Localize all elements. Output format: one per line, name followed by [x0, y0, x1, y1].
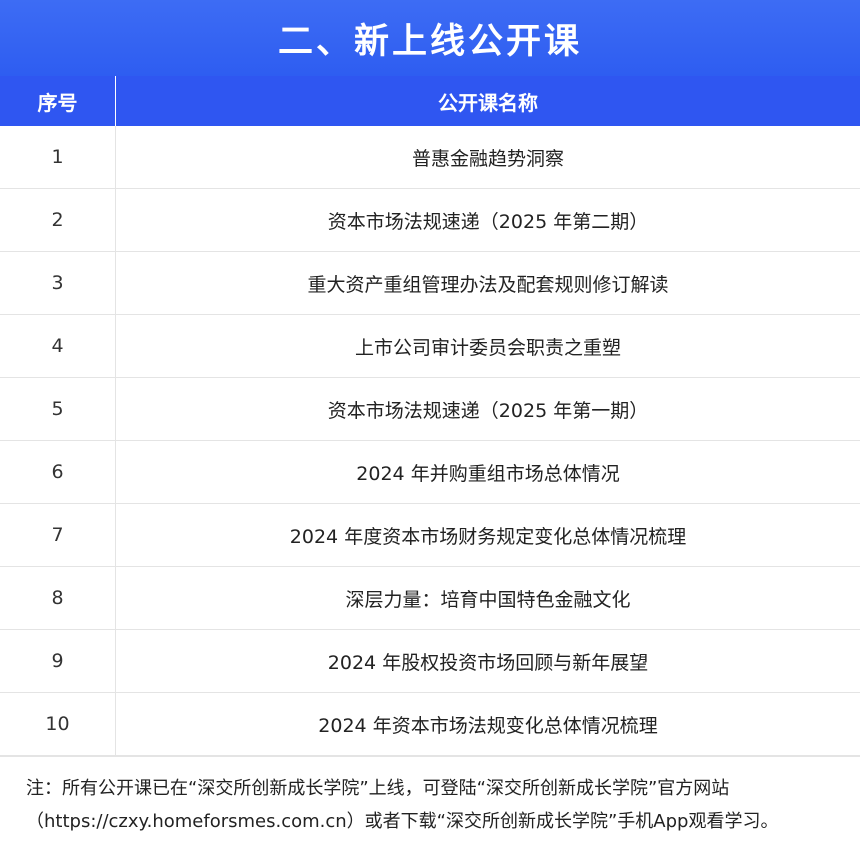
table-row: 5 资本市场法规速递（2025 年第一期） — [0, 378, 860, 441]
serial-number-cell: 8 — [0, 567, 116, 629]
table-row: 4 上市公司审计委员会职责之重塑 — [0, 315, 860, 378]
table-row: 7 2024 年度资本市场财务规定变化总体情况梳理 — [0, 504, 860, 567]
course-name-cell: 重大资产重组管理办法及配套规则修订解读 — [307, 273, 669, 296]
course-name-cell: 2024 年股权投资市场回顾与新年展望 — [327, 651, 649, 674]
page-title: 二、新上线公开课 — [0, 0, 860, 76]
course-name-cell: 深层力量：培育中国特色金融文化 — [345, 588, 631, 611]
table-row: 9 2024 年股权投资市场回顾与新年展望 — [0, 630, 860, 693]
serial-number-cell: 9 — [0, 630, 116, 692]
course-name-cell: 2024 年资本市场法规变化总体情况梳理 — [318, 714, 658, 737]
serial-number-cell: 7 — [0, 504, 116, 566]
table-row: 6 2024 年并购重组市场总体情况 — [0, 441, 860, 504]
header-course-name: 公开课名称 — [438, 90, 538, 115]
course-list-sheet: 二、新上线公开课 序号 公开课名称 1 普惠金融趋势洞察 2 资本市场法规速递（… — [0, 0, 860, 842]
table-row: 3 重大资产重组管理办法及配套规则修订解读 — [0, 252, 860, 315]
serial-number-cell: 5 — [0, 378, 116, 440]
footer-note: 注：所有公开课已在“深交所创新成长学院”上线，可登陆“深交所创新成长学院”官方网… — [0, 756, 860, 842]
table-row: 10 2024 年资本市场法规变化总体情况梳理 — [0, 693, 860, 756]
table-row: 8 深层力量：培育中国特色金融文化 — [0, 567, 860, 630]
serial-number-cell: 4 — [0, 315, 116, 377]
course-name-cell: 资本市场法规速递（2025 年第二期） — [327, 210, 649, 233]
course-name-cell: 上市公司审计委员会职责之重塑 — [354, 336, 621, 359]
serial-number-cell: 3 — [0, 252, 116, 314]
course-name-cell: 2024 年并购重组市场总体情况 — [356, 462, 620, 485]
serial-number-cell: 6 — [0, 441, 116, 503]
table-header: 序号 公开课名称 — [0, 76, 860, 126]
serial-number-cell: 10 — [0, 693, 116, 755]
course-name-cell: 普惠金融趋势洞察 — [411, 147, 564, 170]
table-row: 1 普惠金融趋势洞察 — [0, 126, 860, 189]
header-serial-number: 序号 — [0, 76, 116, 126]
serial-number-cell: 1 — [0, 126, 116, 188]
serial-number-cell: 2 — [0, 189, 116, 251]
course-name-cell: 2024 年度资本市场财务规定变化总体情况梳理 — [289, 525, 687, 548]
course-name-cell: 资本市场法规速递（2025 年第一期） — [327, 399, 649, 422]
table-body: 1 普惠金融趋势洞察 2 资本市场法规速递（2025 年第二期） 3 重大资产重… — [0, 126, 860, 756]
table-row: 2 资本市场法规速递（2025 年第二期） — [0, 189, 860, 252]
